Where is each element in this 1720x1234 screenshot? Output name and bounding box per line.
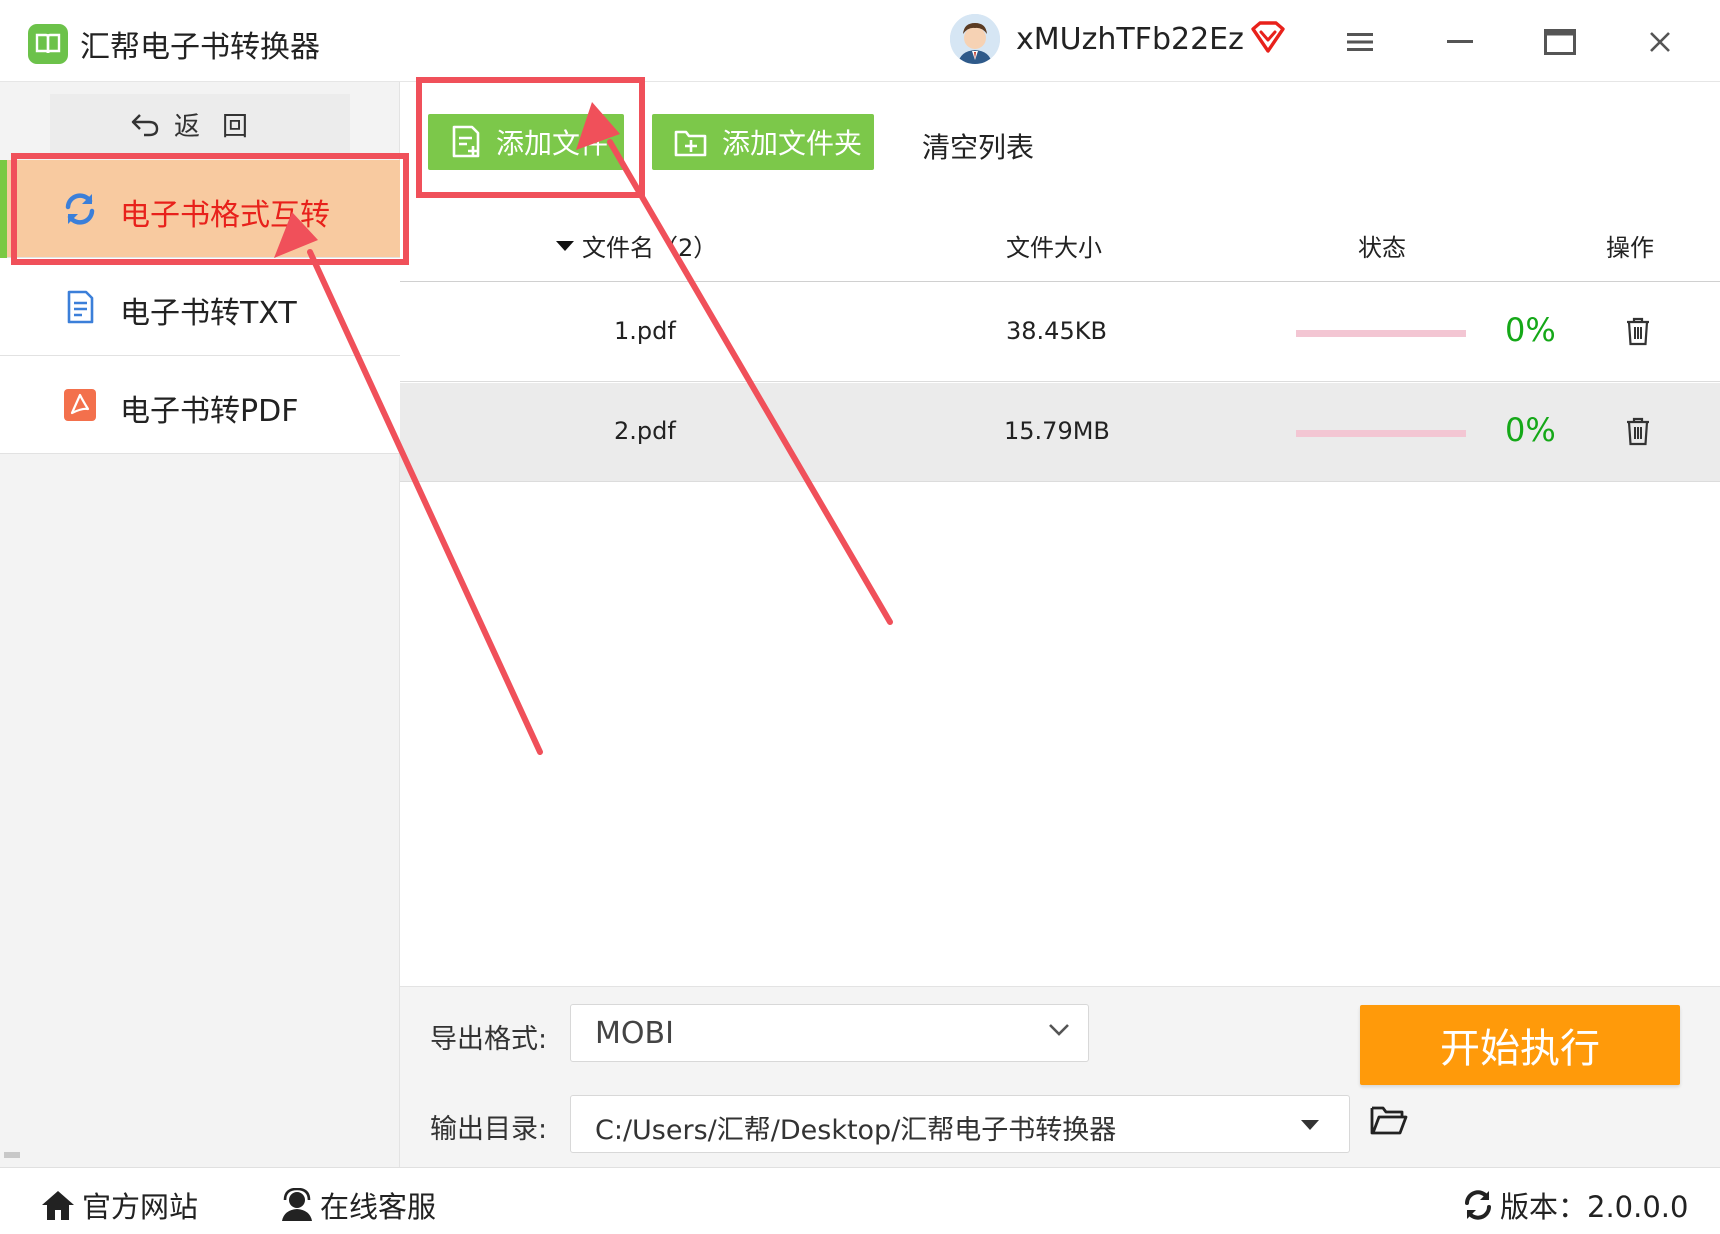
add-folder-label: 添加文件夹 — [722, 127, 863, 160]
progress-percent: 0% — [1505, 311, 1556, 349]
delete-icon[interactable] — [1624, 416, 1652, 450]
add-file-button[interactable]: 添加文件 — [428, 114, 624, 170]
column-header-action: 操作 — [1606, 234, 1654, 262]
official-website-label: 官方网站 — [82, 1190, 199, 1224]
file-name: 1.pdf — [614, 317, 676, 345]
clear-list-button[interactable]: 清空列表 — [922, 126, 1034, 166]
minimize-icon[interactable] — [1440, 22, 1480, 62]
online-support-label: 在线客服 — [320, 1190, 437, 1224]
file-size: 15.79MB — [1004, 417, 1110, 445]
chevron-down-icon — [1049, 1024, 1069, 1036]
table-row[interactable]: 1.pdf 38.45KB 0% — [400, 283, 1720, 382]
progress-percent: 0% — [1505, 411, 1556, 449]
back-button[interactable]: 返回 — [50, 94, 350, 154]
progress-bar — [1296, 430, 1466, 437]
delete-icon[interactable] — [1624, 316, 1652, 350]
sidebar-item-format-convert[interactable]: 电子书格式互转 — [0, 160, 400, 258]
sidebar-scrollbar[interactable] — [4, 1152, 20, 1158]
export-format-value: MOBI — [595, 1016, 674, 1051]
online-support-link[interactable]: 在线客服 — [280, 1184, 436, 1226]
output-dir-value: C:/Users/汇帮/Desktop/汇帮电子书转换器 — [595, 1115, 1117, 1146]
menu-icon[interactable] — [1340, 22, 1380, 62]
export-format-label: 导出格式: — [430, 1024, 548, 1055]
version-text: 版本：2.0.0.0 — [1500, 1190, 1689, 1224]
output-dir-select[interactable]: C:/Users/汇帮/Desktop/汇帮电子书转换器 — [570, 1095, 1350, 1153]
progress-bar — [1296, 330, 1466, 337]
column-header-filename-label: 文件名（2） — [582, 234, 718, 262]
footer: 官方网站 在线客服 版本：2.0.0.0 — [0, 1167, 1720, 1234]
sidebar-item-to-txt[interactable]: 电子书转TXT — [0, 258, 400, 356]
file-name: 2.pdf — [614, 417, 676, 445]
vip-diamond-icon[interactable] — [1250, 20, 1286, 58]
document-icon — [67, 290, 94, 324]
sidebar-item-to-pdf[interactable]: 电子书转PDF — [0, 356, 400, 454]
dropdown-caret-icon — [1301, 1120, 1319, 1130]
add-folder-icon — [674, 130, 707, 157]
sidebar-item-label: 电子书转TXT — [120, 296, 297, 331]
home-icon — [42, 1191, 74, 1220]
output-settings-panel: 导出格式: MOBI 输出目录: C:/Users/汇帮/Desktop/汇帮电… — [400, 986, 1720, 1167]
back-arrow-icon — [131, 114, 159, 137]
user-avatar[interactable] — [950, 14, 1000, 64]
add-file-icon — [452, 125, 480, 158]
app-logo — [28, 24, 68, 64]
maximize-icon[interactable] — [1540, 22, 1580, 62]
active-indicator — [0, 160, 7, 258]
app-title: 汇帮电子书转换器 — [80, 30, 320, 65]
start-button[interactable]: 开始执行 — [1360, 1005, 1680, 1085]
header-divider — [400, 281, 1720, 282]
export-format-select[interactable]: MOBI — [570, 1004, 1089, 1062]
file-size: 38.45KB — [1006, 317, 1107, 345]
column-header-size: 文件大小 — [1006, 234, 1102, 262]
output-dir-label: 输出目录: — [430, 1114, 548, 1145]
sidebar: 返回 电子书格式互转 电子书转TXT 电子书转PDF — [0, 82, 400, 1167]
update-icon — [1465, 1190, 1491, 1220]
username[interactable]: xMUzhTFb22Ez — [1016, 22, 1244, 57]
version-info: 版本：2.0.0.0 — [1462, 1184, 1688, 1226]
add-file-label: 添加文件 — [496, 127, 609, 160]
official-website-link[interactable]: 官方网站 — [40, 1184, 198, 1226]
back-label: 返回 — [173, 111, 270, 142]
add-folder-button[interactable]: 添加文件夹 — [652, 114, 874, 170]
customer-service-icon — [282, 1188, 312, 1221]
close-icon[interactable] — [1640, 22, 1680, 62]
pdf-icon — [64, 389, 96, 421]
table-row[interactable]: 2.pdf 15.79MB 0% — [400, 383, 1720, 482]
open-folder-icon[interactable] — [1370, 1104, 1408, 1140]
sort-triangle-icon — [556, 240, 574, 251]
sidebar-item-label: 电子书格式互转 — [120, 198, 330, 233]
title-bar: 汇帮电子书转换器 xMUzhTFb22Ez — [0, 0, 1720, 82]
column-header-filename[interactable]: 文件名（2） — [556, 228, 717, 263]
column-header-status: 状态 — [1358, 234, 1406, 262]
sidebar-item-label: 电子书转PDF — [120, 394, 299, 429]
refresh-icon — [65, 193, 95, 225]
